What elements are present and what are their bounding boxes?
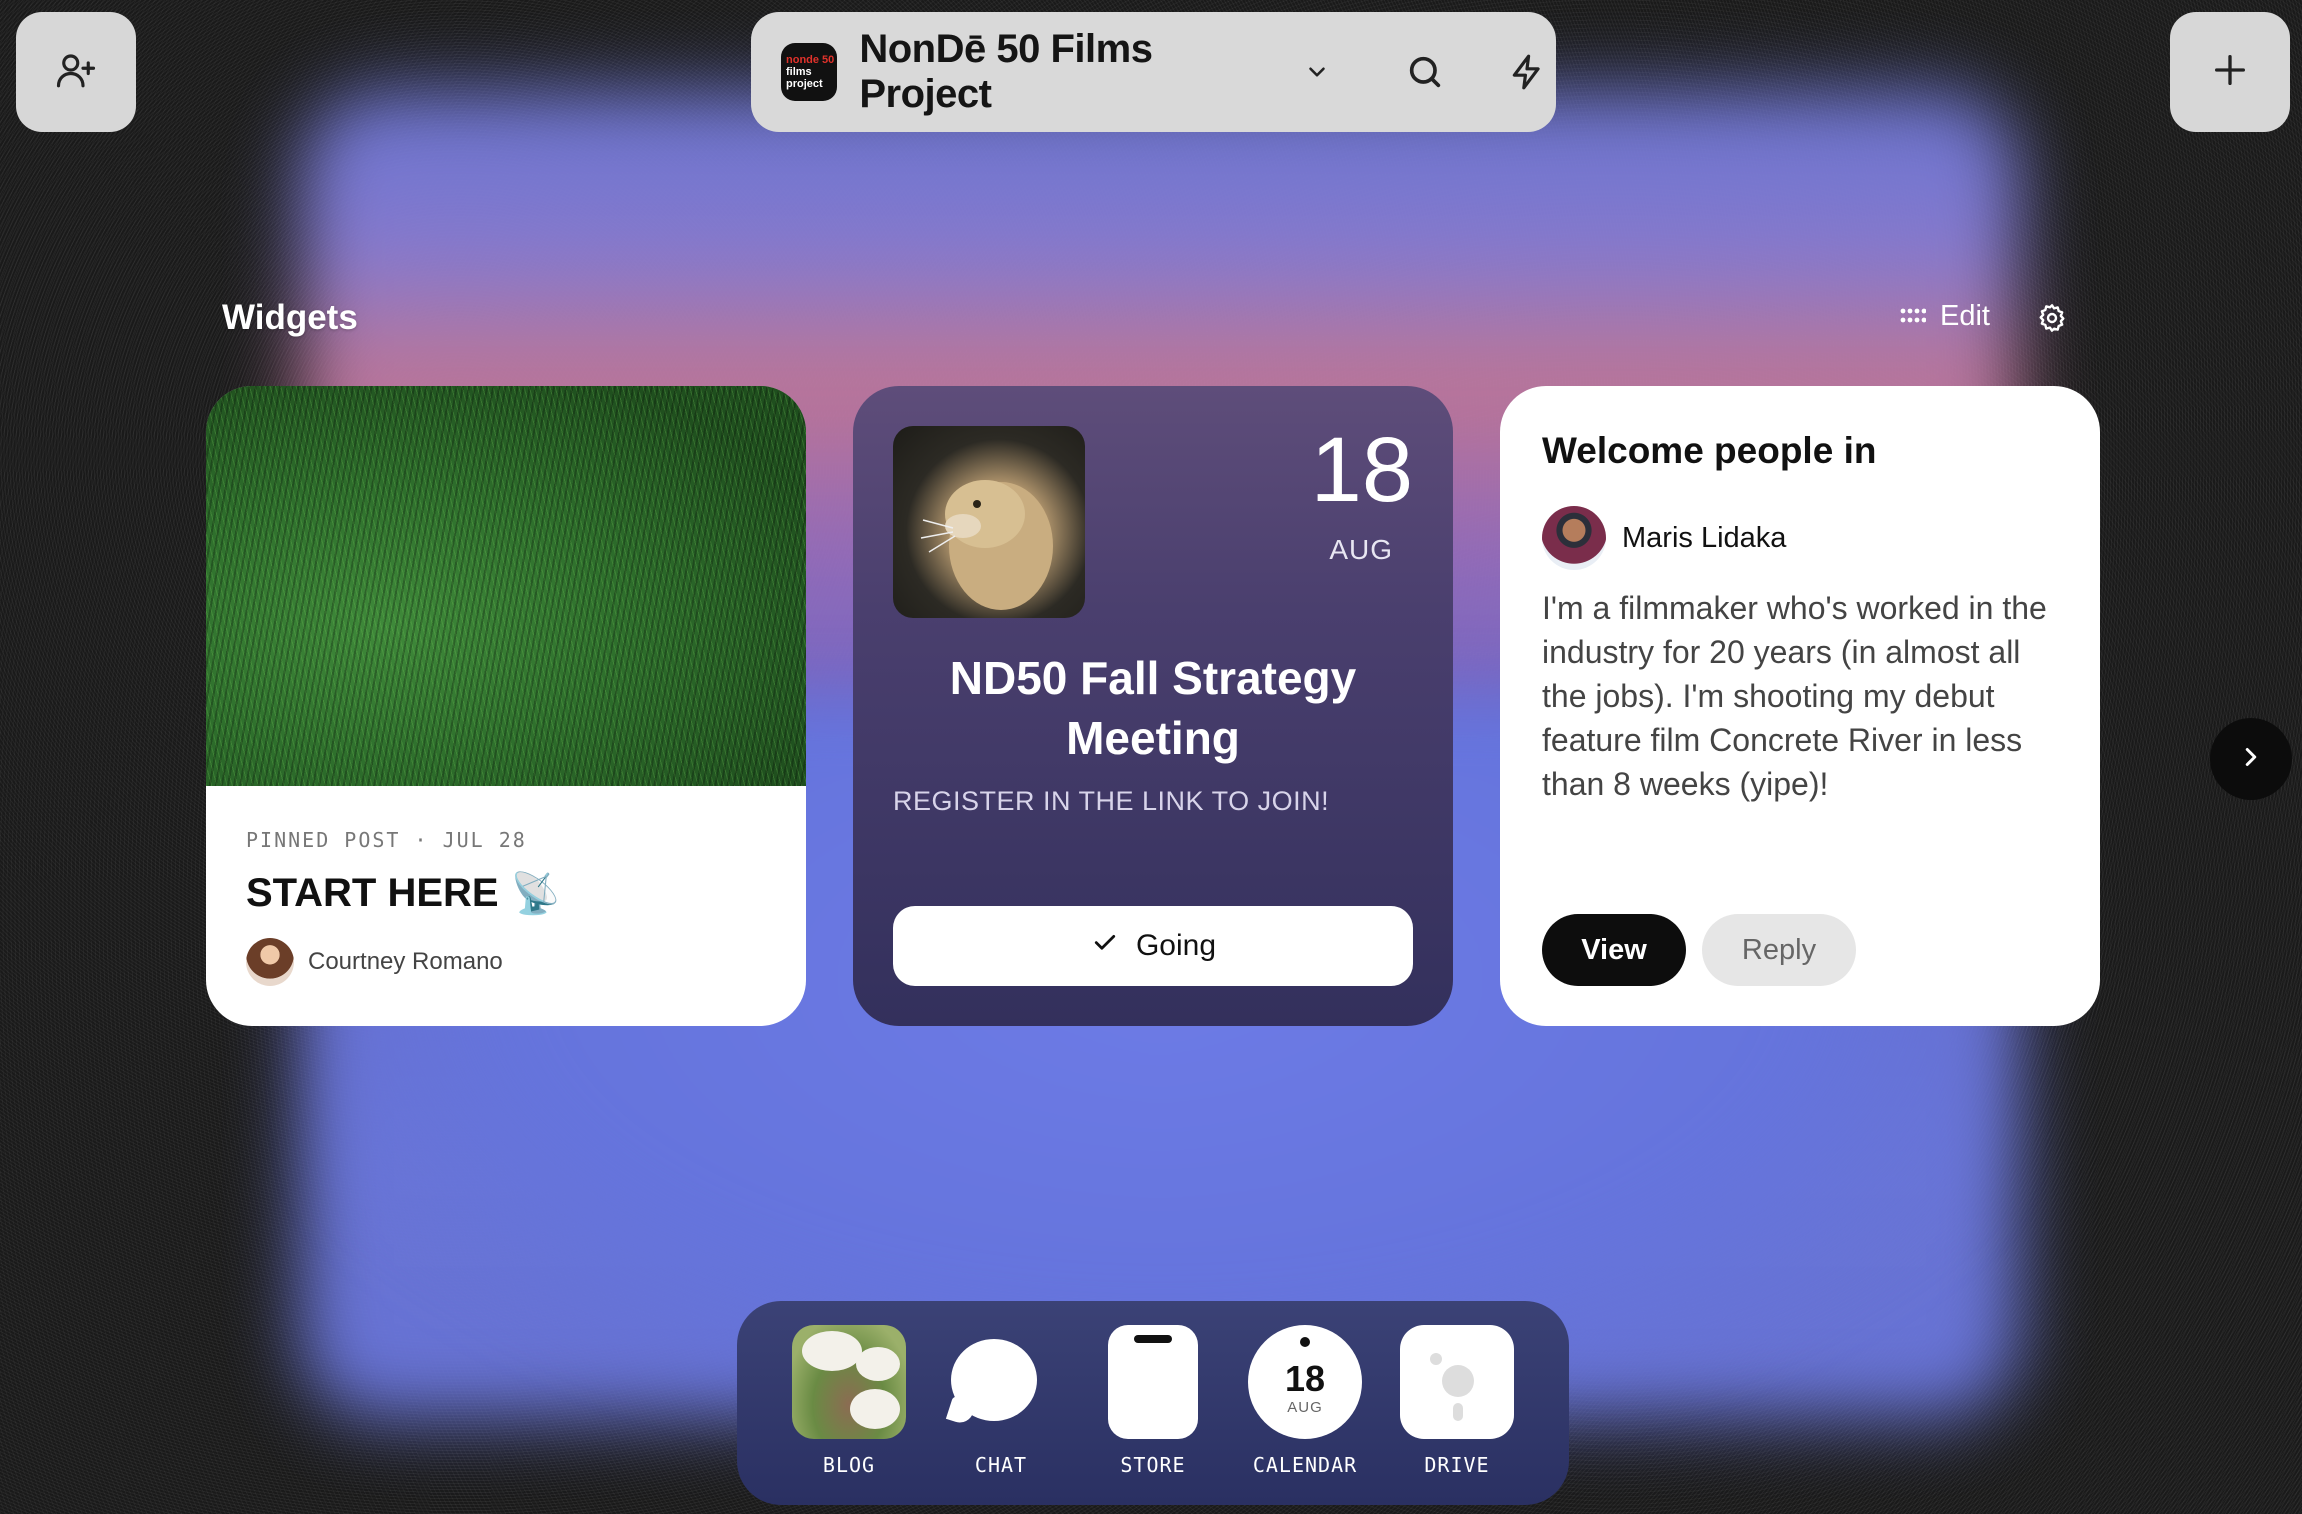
event-subtitle: REGISTER IN THE LINK TO JOIN! — [893, 786, 1330, 816]
pinned-post-meta: PINNED POST · JUL 28 — [246, 828, 527, 852]
view-button[interactable]: View — [1542, 914, 1686, 986]
pinned-post-widget[interactable]: PINNED POST · JUL 28 START HERE 📡 Courtn… — [206, 386, 806, 1026]
project-name[interactable]: NonDē 50 Films Project — [859, 27, 1281, 117]
event-date-month: AUG — [1329, 534, 1393, 565]
user-plus-icon — [55, 49, 97, 96]
member-name: Maris Lidaka — [1622, 521, 1787, 554]
add-member-button[interactable] — [16, 12, 136, 132]
chat-bubble-icon — [945, 1325, 1057, 1439]
welcome-member[interactable]: Maris Lidaka — [1542, 506, 1786, 570]
project-logo[interactable]: nonde 50 films project — [781, 43, 838, 101]
event-date-day: 18 — [1310, 419, 1413, 521]
plus-icon — [2210, 50, 2250, 95]
grid-dots-icon — [1900, 300, 1927, 333]
pinned-post-image — [206, 386, 806, 786]
check-icon — [1090, 927, 1120, 965]
event-title[interactable]: ND50 Fall Strategy Meeting — [893, 648, 1413, 768]
welcome-widget: Welcome people in Maris Lidaka I'm a fil… — [1500, 386, 2100, 1026]
edit-widgets-button[interactable]: Edit — [1900, 300, 1990, 333]
avatar — [246, 938, 294, 986]
member-intro: I'm a filmmaker who's worked in the indu… — [1542, 590, 2047, 802]
dock-app-store[interactable]: STORE — [1083, 1325, 1223, 1477]
author-name: Courtney Romano — [308, 948, 503, 975]
going-rsvp-button[interactable]: Going — [893, 906, 1413, 986]
reply-button[interactable]: Reply — [1702, 914, 1856, 986]
blog-app-icon — [792, 1325, 906, 1439]
widgets-heading: Widgets — [222, 298, 358, 337]
going-label: Going — [1135, 929, 1217, 962]
lightning-icon[interactable] — [1498, 42, 1556, 102]
store-app-icon — [1108, 1325, 1198, 1439]
dock-app-calendar[interactable]: 18 AUG CALENDAR — [1235, 1325, 1375, 1477]
dock-app-drive[interactable]: DRIVE — [1387, 1325, 1527, 1477]
search-icon[interactable] — [1396, 42, 1454, 102]
satellite-dish-icon: 📡 — [510, 872, 561, 916]
chevron-down-icon[interactable] — [1304, 59, 1330, 85]
project-switcher-bar: nonde 50 films project NonDē 50 Films Pr… — [751, 12, 1556, 132]
gear-icon[interactable] — [2036, 302, 2068, 334]
next-widgets-button[interactable] — [2210, 718, 2292, 800]
calendar-app-icon: 18 AUG — [1248, 1325, 1362, 1439]
avatar — [1542, 506, 1606, 570]
event-widget[interactable]: 18 AUG ND50 Fall Strategy Meeting REGIST… — [853, 386, 1453, 1026]
edit-label: Edit — [1940, 300, 1990, 332]
pinned-post-title[interactable]: START HERE 📡 — [246, 870, 560, 917]
pinned-post-author[interactable]: Courtney Romano — [246, 938, 503, 986]
dock-app-chat[interactable]: CHAT — [931, 1325, 1071, 1477]
create-button[interactable] — [2170, 12, 2290, 132]
drive-app-icon — [1400, 1325, 1514, 1439]
app-dock: BLOG CHAT STORE 18 AUG CALENDAR DRIVE — [737, 1301, 1569, 1505]
chevron-right-icon — [2236, 742, 2266, 777]
event-thumbnail — [893, 426, 1085, 618]
dock-app-blog[interactable]: BLOG — [779, 1325, 919, 1477]
welcome-title: Welcome people in — [1542, 430, 1877, 471]
